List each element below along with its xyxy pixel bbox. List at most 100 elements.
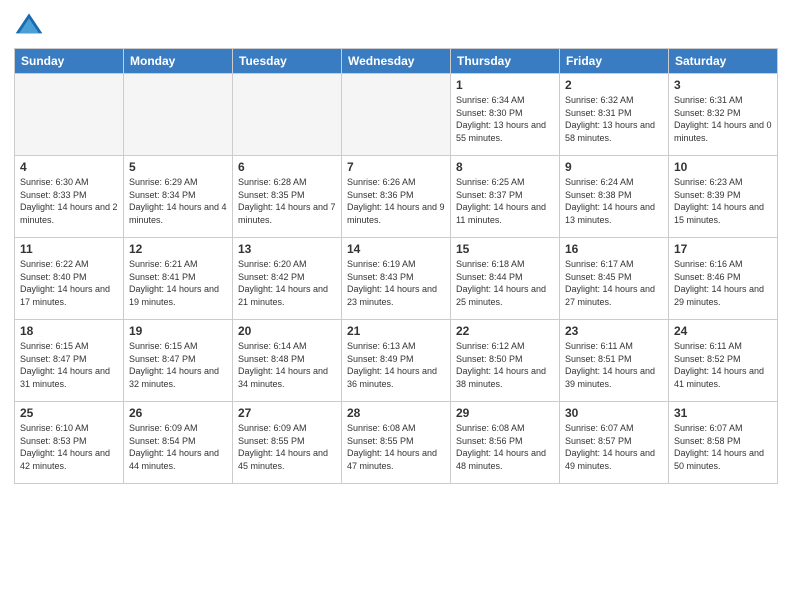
day-number: 29 bbox=[456, 406, 554, 420]
calendar-cell bbox=[233, 74, 342, 156]
day-info: Sunrise: 6:16 AMSunset: 8:46 PMDaylight:… bbox=[674, 258, 772, 308]
calendar-cell: 22 Sunrise: 6:12 AMSunset: 8:50 PMDayligh… bbox=[451, 320, 560, 402]
day-info: Sunrise: 6:32 AMSunset: 8:31 PMDaylight:… bbox=[565, 94, 663, 144]
calendar-header-sunday: Sunday bbox=[15, 49, 124, 74]
day-number: 7 bbox=[347, 160, 445, 174]
day-number: 11 bbox=[20, 242, 118, 256]
calendar-cell bbox=[342, 74, 451, 156]
day-info: Sunrise: 6:11 AMSunset: 8:52 PMDaylight:… bbox=[674, 340, 772, 390]
header bbox=[14, 10, 778, 40]
day-info: Sunrise: 6:22 AMSunset: 8:40 PMDaylight:… bbox=[20, 258, 118, 308]
calendar-week-3: 18Sunrise: 6:15 AMSunset: 8:47 PMDayligh… bbox=[15, 320, 778, 402]
calendar-header-thursday: Thursday bbox=[451, 49, 560, 74]
day-info: Sunrise: 6:12 AMSunset: 8:50 PMDaylight:… bbox=[456, 340, 554, 390]
calendar-cell: 26 Sunrise: 6:09 AMSunset: 8:54 PMDayligh… bbox=[124, 402, 233, 484]
day-number: 2 bbox=[565, 78, 663, 92]
calendar-cell: 4 Sunrise: 6:30 AMSunset: 8:33 PMDaylight… bbox=[15, 156, 124, 238]
calendar-header-tuesday: Tuesday bbox=[233, 49, 342, 74]
day-info: Sunrise: 6:09 AMSunset: 8:54 PMDaylight:… bbox=[129, 422, 227, 472]
logo-icon bbox=[14, 10, 44, 40]
calendar-cell: 21 Sunrise: 6:13 AMSunset: 8:49 PMDayligh… bbox=[342, 320, 451, 402]
day-number: 1 bbox=[456, 78, 554, 92]
day-number: 8 bbox=[456, 160, 554, 174]
calendar-cell: 20 Sunrise: 6:14 AMSunset: 8:48 PMDayligh… bbox=[233, 320, 342, 402]
day-number: 4 bbox=[20, 160, 118, 174]
day-info: Sunrise: 6:19 AMSunset: 8:43 PMDaylight:… bbox=[347, 258, 445, 308]
calendar-cell: 16 Sunrise: 6:17 AMSunset: 8:45 PMDayligh… bbox=[560, 238, 669, 320]
calendar-cell: 3 Sunrise: 6:31 AMSunset: 8:32 PMDaylight… bbox=[669, 74, 778, 156]
day-number: 19 bbox=[129, 324, 227, 338]
calendar-cell: 24 Sunrise: 6:11 AMSunset: 8:52 PMDayligh… bbox=[669, 320, 778, 402]
calendar-cell: 7 Sunrise: 6:26 AMSunset: 8:36 PMDaylight… bbox=[342, 156, 451, 238]
day-number: 23 bbox=[565, 324, 663, 338]
calendar-cell: 5 Sunrise: 6:29 AMSunset: 8:34 PMDaylight… bbox=[124, 156, 233, 238]
day-info: Sunrise: 6:25 AMSunset: 8:37 PMDaylight:… bbox=[456, 176, 554, 226]
calendar-cell: 15 Sunrise: 6:18 AMSunset: 8:44 PMDayligh… bbox=[451, 238, 560, 320]
day-number: 27 bbox=[238, 406, 336, 420]
calendar-week-4: 25 Sunrise: 6:10 AMSunset: 8:53 PMDayligh… bbox=[15, 402, 778, 484]
day-info: Sunrise: 6:11 AMSunset: 8:51 PMDaylight:… bbox=[565, 340, 663, 390]
calendar-cell: 23 Sunrise: 6:11 AMSunset: 8:51 PMDayligh… bbox=[560, 320, 669, 402]
calendar-week-2: 11 Sunrise: 6:22 AMSunset: 8:40 PMDayligh… bbox=[15, 238, 778, 320]
day-number: 13 bbox=[238, 242, 336, 256]
day-info: Sunrise: 6:08 AMSunset: 8:55 PMDaylight:… bbox=[347, 422, 445, 472]
day-info: Sunrise: 6:17 AMSunset: 8:45 PMDaylight:… bbox=[565, 258, 663, 308]
day-number: 16 bbox=[565, 242, 663, 256]
day-info: Sunrise: 6:15 AMSunset: 8:47 PMDaylight:… bbox=[129, 340, 227, 390]
day-info: Sunrise: 6:09 AMSunset: 8:55 PMDaylight:… bbox=[238, 422, 336, 472]
day-number: 24 bbox=[674, 324, 772, 338]
day-number: 26 bbox=[129, 406, 227, 420]
day-info: Sunrise: 6:14 AMSunset: 8:48 PMDaylight:… bbox=[238, 340, 336, 390]
day-info: Sunrise: 6:26 AMSunset: 8:36 PMDaylight:… bbox=[347, 176, 445, 226]
calendar-week-1: 4 Sunrise: 6:30 AMSunset: 8:33 PMDaylight… bbox=[15, 156, 778, 238]
calendar-cell bbox=[124, 74, 233, 156]
day-info: Sunrise: 6:18 AMSunset: 8:44 PMDaylight:… bbox=[456, 258, 554, 308]
calendar-cell: 28 Sunrise: 6:08 AMSunset: 8:55 PMDayligh… bbox=[342, 402, 451, 484]
day-number: 10 bbox=[674, 160, 772, 174]
day-info: Sunrise: 6:13 AMSunset: 8:49 PMDaylight:… bbox=[347, 340, 445, 390]
calendar-cell: 8 Sunrise: 6:25 AMSunset: 8:37 PMDaylight… bbox=[451, 156, 560, 238]
day-number: 25 bbox=[20, 406, 118, 420]
day-info: Sunrise: 6:31 AMSunset: 8:32 PMDaylight:… bbox=[674, 94, 772, 144]
day-info: Sunrise: 6:15 AMSunset: 8:47 PMDaylight:… bbox=[20, 340, 118, 390]
day-number: 14 bbox=[347, 242, 445, 256]
day-number: 15 bbox=[456, 242, 554, 256]
day-number: 5 bbox=[129, 160, 227, 174]
day-info: Sunrise: 6:10 AMSunset: 8:53 PMDaylight:… bbox=[20, 422, 118, 472]
day-info: Sunrise: 6:34 AMSunset: 8:30 PMDaylight:… bbox=[456, 94, 554, 144]
calendar-cell: 10Sunrise: 6:23 AMSunset: 8:39 PMDayligh… bbox=[669, 156, 778, 238]
day-number: 28 bbox=[347, 406, 445, 420]
calendar-cell: 12 Sunrise: 6:21 AMSunset: 8:41 PMDayligh… bbox=[124, 238, 233, 320]
day-info: Sunrise: 6:20 AMSunset: 8:42 PMDaylight:… bbox=[238, 258, 336, 308]
calendar-cell: 30Sunrise: 6:07 AMSunset: 8:57 PMDayligh… bbox=[560, 402, 669, 484]
calendar-table: SundayMondayTuesdayWednesdayThursdayFrid… bbox=[14, 48, 778, 484]
day-number: 21 bbox=[347, 324, 445, 338]
calendar-week-0: 1 Sunrise: 6:34 AMSunset: 8:30 PMDaylight… bbox=[15, 74, 778, 156]
day-number: 31 bbox=[674, 406, 772, 420]
calendar-cell: 1 Sunrise: 6:34 AMSunset: 8:30 PMDaylight… bbox=[451, 74, 560, 156]
day-number: 12 bbox=[129, 242, 227, 256]
day-info: Sunrise: 6:21 AMSunset: 8:41 PMDaylight:… bbox=[129, 258, 227, 308]
calendar-cell: 29 Sunrise: 6:08 AMSunset: 8:56 PMDayligh… bbox=[451, 402, 560, 484]
calendar-cell: 13 Sunrise: 6:20 AMSunset: 8:42 PMDayligh… bbox=[233, 238, 342, 320]
calendar-cell bbox=[15, 74, 124, 156]
page: SundayMondayTuesdayWednesdayThursdayFrid… bbox=[0, 0, 792, 612]
calendar-cell: 31Sunrise: 6:07 AMSunset: 8:58 PMDayligh… bbox=[669, 402, 778, 484]
day-info: Sunrise: 6:08 AMSunset: 8:56 PMDaylight:… bbox=[456, 422, 554, 472]
calendar-cell: 25 Sunrise: 6:10 AMSunset: 8:53 PMDayligh… bbox=[15, 402, 124, 484]
calendar-cell: 27 Sunrise: 6:09 AMSunset: 8:55 PMDayligh… bbox=[233, 402, 342, 484]
day-number: 22 bbox=[456, 324, 554, 338]
day-number: 30 bbox=[565, 406, 663, 420]
day-info: Sunrise: 6:29 AMSunset: 8:34 PMDaylight:… bbox=[129, 176, 227, 226]
calendar-header-wednesday: Wednesday bbox=[342, 49, 451, 74]
day-number: 3 bbox=[674, 78, 772, 92]
day-number: 20 bbox=[238, 324, 336, 338]
day-info: Sunrise: 6:30 AMSunset: 8:33 PMDaylight:… bbox=[20, 176, 118, 226]
day-number: 9 bbox=[565, 160, 663, 174]
calendar-cell: 9 Sunrise: 6:24 AMSunset: 8:38 PMDaylight… bbox=[560, 156, 669, 238]
logo bbox=[14, 10, 48, 40]
day-info: Sunrise: 6:24 AMSunset: 8:38 PMDaylight:… bbox=[565, 176, 663, 226]
calendar-cell: 17Sunrise: 6:16 AMSunset: 8:46 PMDayligh… bbox=[669, 238, 778, 320]
calendar-cell: 18Sunrise: 6:15 AMSunset: 8:47 PMDayligh… bbox=[15, 320, 124, 402]
calendar-header-saturday: Saturday bbox=[669, 49, 778, 74]
